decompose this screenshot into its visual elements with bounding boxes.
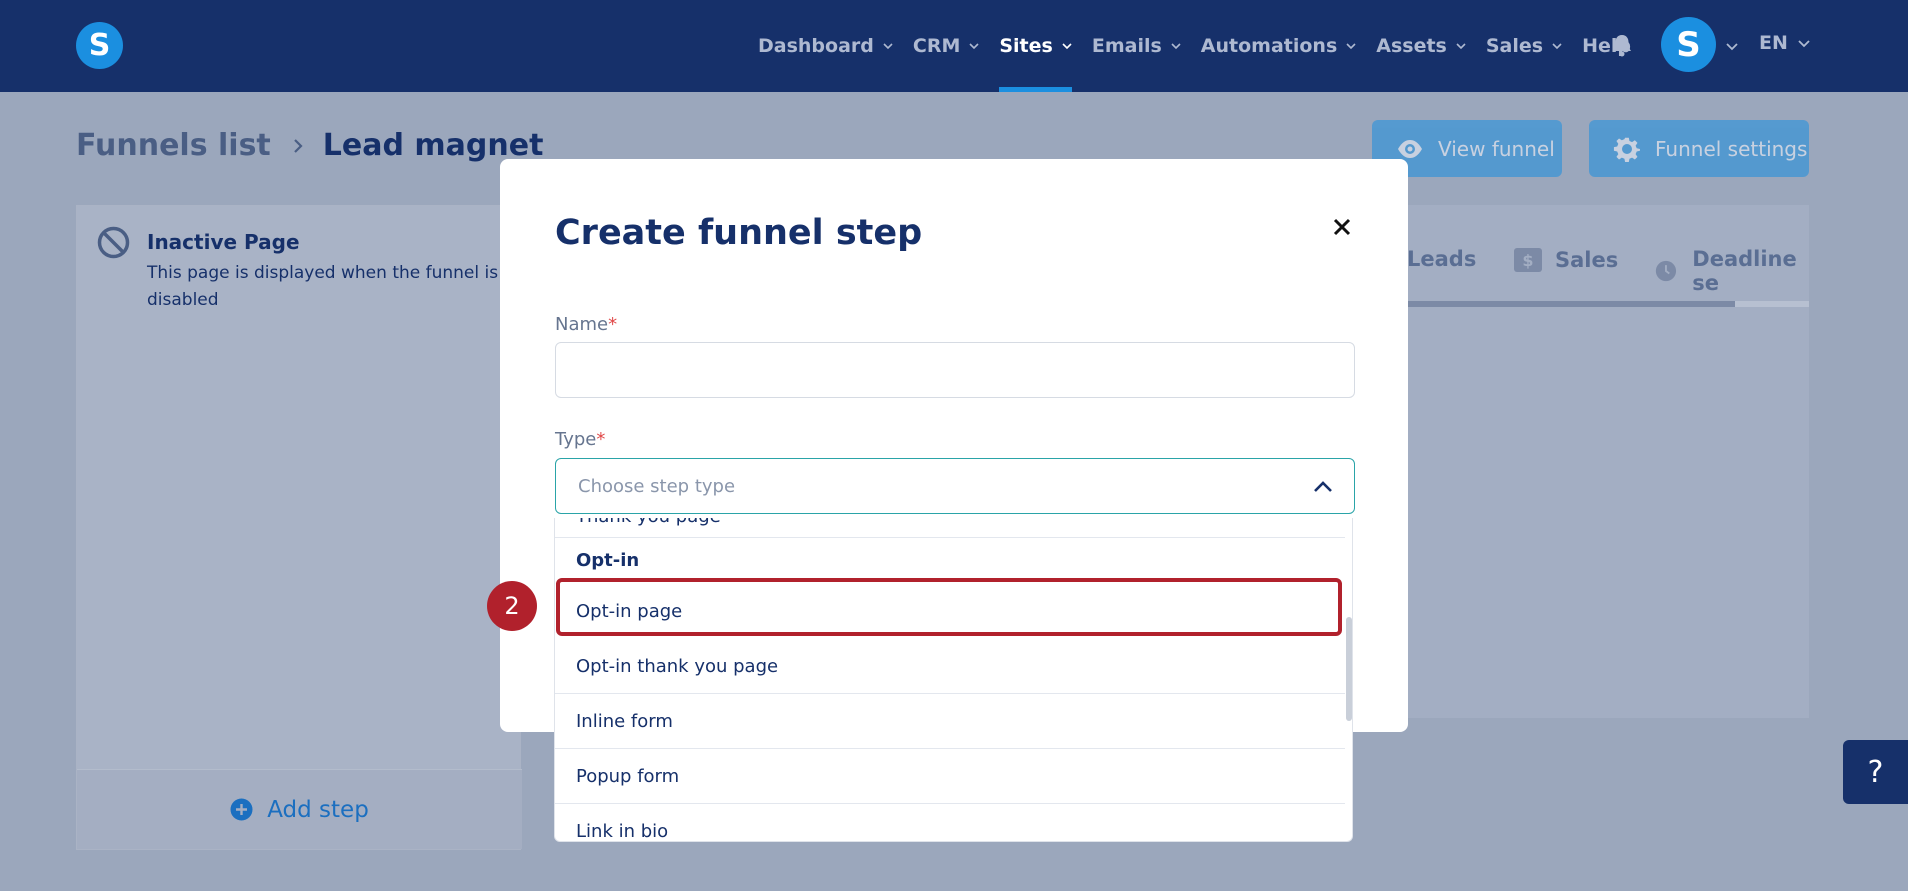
funnel-settings-label: Funnel settings bbox=[1655, 136, 1808, 161]
type-select-placeholder: Choose step type bbox=[578, 475, 736, 497]
modal-title: Create funnel step bbox=[555, 213, 923, 253]
option-popup-form[interactable]: Popup form bbox=[555, 749, 1345, 804]
tab-leads[interactable]: Leads bbox=[1407, 247, 1476, 271]
name-label-text: Name bbox=[555, 314, 609, 335]
tab-sales[interactable]: $ Sales bbox=[1513, 247, 1618, 273]
nav-item-sales[interactable]: Sales bbox=[1486, 0, 1562, 92]
chevron-up-icon bbox=[1314, 481, 1332, 492]
help-button[interactable]: ? bbox=[1843, 740, 1908, 804]
plus-circle-icon bbox=[230, 798, 253, 821]
option-label: Thank you page bbox=[576, 518, 721, 527]
chevron-down-icon bbox=[1798, 40, 1810, 48]
funnel-steps-panel: Inactive Page This page is displayed whe… bbox=[76, 205, 522, 850]
option-opt-in-thank-you-page[interactable]: Opt-in thank you page bbox=[555, 639, 1345, 694]
tab-scroll-track[interactable] bbox=[1395, 301, 1809, 307]
chevron-right-icon bbox=[293, 138, 303, 153]
nav-item-dashboard[interactable]: Dashboard bbox=[758, 0, 893, 92]
option-inline-form[interactable]: Inline form bbox=[555, 694, 1345, 749]
nav-item-label: Sales bbox=[1485, 35, 1544, 57]
add-step-button[interactable]: Add step bbox=[77, 769, 522, 849]
nav-item-label: Sites bbox=[999, 35, 1053, 57]
chevron-down-icon bbox=[1456, 43, 1466, 50]
step-type-dropdown[interactable]: Thank you page Opt-in Opt-in page Opt-in… bbox=[554, 518, 1353, 842]
app-logo[interactable]: S bbox=[76, 22, 123, 69]
required-mark: * bbox=[608, 314, 618, 335]
chevron-down-icon bbox=[1346, 43, 1356, 50]
required-mark: * bbox=[596, 429, 606, 450]
chevron-down-icon bbox=[1171, 43, 1181, 50]
funnel-stats-panel: Leads $ Sales Deadline se bbox=[1395, 205, 1809, 718]
language-selector[interactable]: EN bbox=[1759, 32, 1810, 54]
chevron-down-icon bbox=[883, 43, 893, 50]
nav-item-emails[interactable]: Emails bbox=[1092, 0, 1181, 92]
dollar-icon: $ bbox=[1514, 248, 1542, 272]
language-label: EN bbox=[1759, 32, 1788, 54]
nav-item-automations[interactable]: Automations bbox=[1201, 0, 1356, 92]
close-icon[interactable] bbox=[1330, 215, 1354, 239]
chevron-down-icon bbox=[969, 43, 979, 50]
svg-text:$: $ bbox=[1522, 251, 1533, 270]
gear-icon bbox=[1613, 137, 1640, 162]
inactive-page-title[interactable]: Inactive Page bbox=[147, 230, 300, 254]
type-label-text: Type bbox=[555, 429, 597, 450]
bell-icon[interactable] bbox=[1611, 33, 1633, 57]
nav-item-sites[interactable]: Sites bbox=[999, 0, 1073, 92]
name-input[interactable] bbox=[555, 342, 1355, 398]
option-link-in-bio[interactable]: Link in bio bbox=[555, 804, 1345, 841]
dropdown-scrollbar[interactable] bbox=[1346, 617, 1352, 721]
step-highlight bbox=[556, 578, 1342, 636]
chevron-down-icon[interactable] bbox=[1726, 40, 1738, 52]
nav-item-label: CRM bbox=[912, 35, 961, 57]
nav-item-assets[interactable]: Assets bbox=[1376, 0, 1466, 92]
user-avatar[interactable]: S bbox=[1661, 17, 1716, 72]
chevron-down-icon bbox=[1552, 43, 1562, 50]
disabled-icon bbox=[97, 226, 130, 259]
tab-scroll-thumb[interactable] bbox=[1395, 301, 1735, 307]
nav-item-label: Emails bbox=[1091, 35, 1162, 57]
breadcrumb-funnels-list[interactable]: Funnels list bbox=[76, 128, 271, 163]
view-funnel-label: View funnel bbox=[1438, 136, 1555, 161]
type-select[interactable]: Choose step type bbox=[555, 458, 1355, 514]
step-number-badge: 2 bbox=[487, 581, 537, 631]
nav-item-label: Assets bbox=[1376, 35, 1447, 57]
tab-label: Deadline se bbox=[1692, 247, 1797, 295]
nav-item-label: Dashboard bbox=[758, 35, 874, 57]
nav-item-label: Automations bbox=[1200, 35, 1338, 57]
dropdown-option[interactable]: Thank you page bbox=[555, 518, 1345, 538]
funnel-settings-button[interactable]: Funnel settings bbox=[1589, 120, 1809, 177]
clock-icon bbox=[1655, 260, 1677, 282]
tab-label: Leads bbox=[1407, 247, 1477, 271]
tab-label: Sales bbox=[1555, 248, 1619, 272]
inactive-page-description: This page is displayed when the funnel i… bbox=[147, 263, 499, 310]
type-field-label: Type* bbox=[555, 429, 605, 450]
top-navigation: S Dashboard CRM Sites Emails Automations… bbox=[0, 0, 1908, 92]
dropdown-group-header: Opt-in bbox=[576, 550, 640, 571]
tab-deadline[interactable]: Deadline se bbox=[1655, 247, 1809, 295]
name-field-label: Name* bbox=[555, 314, 617, 335]
page-title: Lead magnet bbox=[322, 128, 544, 163]
nav-menu: Dashboard CRM Sites Emails Automations A… bbox=[758, 0, 1651, 92]
add-step-label: Add step bbox=[267, 796, 369, 823]
chevron-down-icon bbox=[1062, 43, 1072, 50]
breadcrumb: Funnels list Lead magnet bbox=[76, 128, 543, 163]
nav-item-crm[interactable]: CRM bbox=[913, 0, 979, 92]
